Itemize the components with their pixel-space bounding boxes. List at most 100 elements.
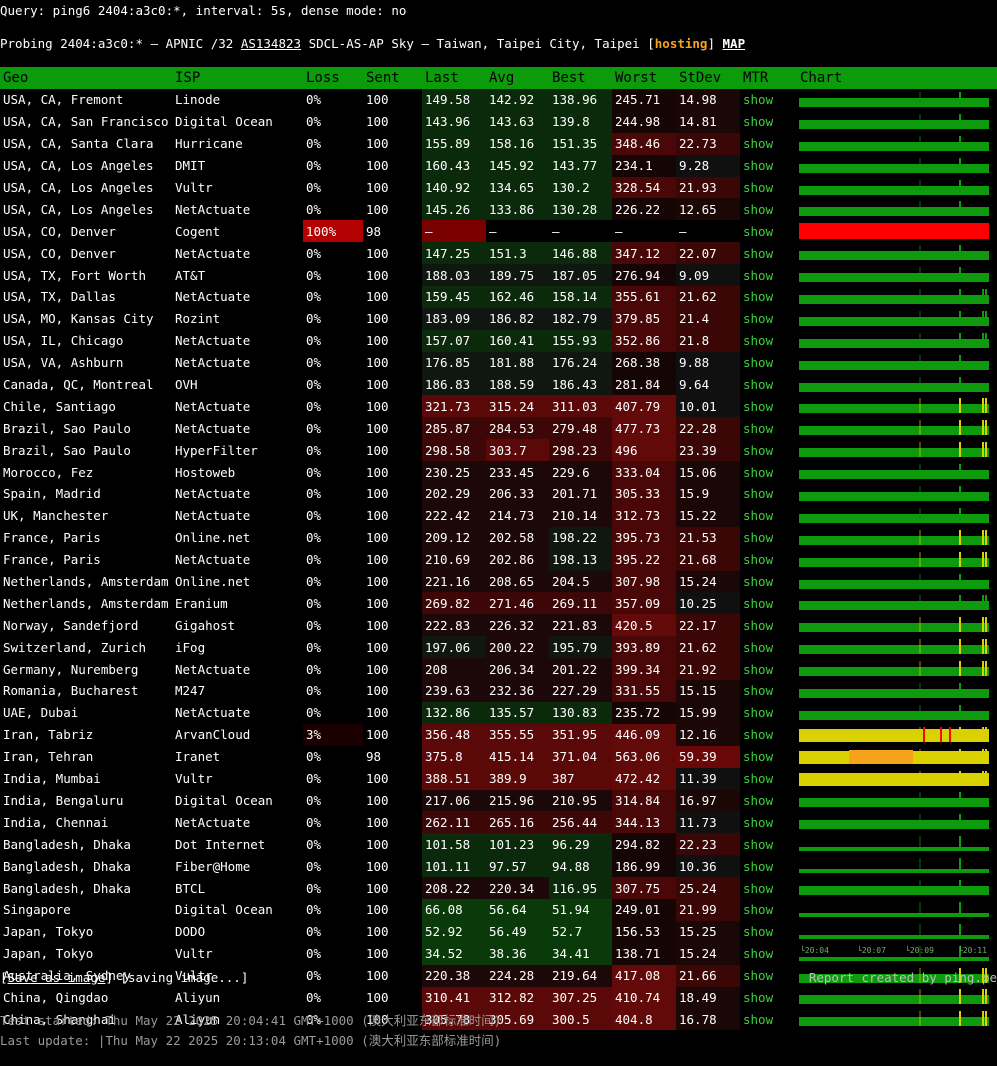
mtr-show-link[interactable]: show [740, 746, 797, 768]
cell-stdev: 21.92 [676, 658, 740, 681]
mtr-show-link[interactable]: show [740, 395, 797, 417]
mtr-show-link[interactable]: show [740, 330, 797, 352]
cell-avg: 188.59 [486, 373, 549, 396]
mtr-show-link[interactable]: show [740, 264, 797, 286]
chart-spike [959, 91, 961, 107]
asn-link[interactable]: AS134823 [241, 36, 301, 51]
latency-chart [797, 1008, 997, 1030]
cell-last: 34.52 [422, 942, 486, 965]
mtr-show-link[interactable]: show [740, 899, 797, 921]
save-open: [ [0, 970, 8, 985]
col-best: Best [549, 67, 612, 89]
cell-best: 195.79 [549, 636, 612, 659]
cell-last: 310.41 [422, 986, 486, 1009]
cell-best: 201.22 [549, 658, 612, 681]
mtr-show-link[interactable]: show [740, 461, 797, 483]
chart-spike [919, 420, 921, 436]
cell-stdev: 14.98 [676, 89, 740, 111]
cell-stdev: 16.97 [676, 789, 740, 812]
mtr-show-link[interactable]: show [740, 374, 797, 396]
chart-spike [959, 332, 961, 348]
cell-loss: 0% [306, 661, 322, 677]
cell-last: 145.26 [422, 198, 486, 221]
mtr-show-link[interactable]: show [740, 965, 797, 987]
cell-avg: 265.16 [486, 811, 549, 834]
cell-isp: Eranium [175, 595, 228, 611]
mtr-show-link[interactable]: show [740, 549, 797, 571]
mtr-show-link[interactable]: show [740, 833, 797, 855]
cell-last: 176.85 [422, 351, 486, 374]
latency-chart [797, 746, 997, 768]
mtr-show-link[interactable]: show [740, 439, 797, 461]
cell-geo: Bangladesh, Dhaka [3, 836, 131, 852]
mtr-show-link[interactable]: show [740, 133, 797, 155]
table-row: Switzerland, Zurich iFog 0% 100 197.06 200.22… [0, 636, 997, 659]
mtr-show-link[interactable]: show [740, 811, 797, 833]
mtr-show-link[interactable]: show [740, 177, 797, 199]
cell-best: 139.8 [549, 110, 612, 133]
mtr-show-link[interactable]: show [740, 155, 797, 177]
map-link[interactable]: MAP [723, 36, 746, 51]
chart-spike [985, 332, 987, 348]
table-row: USA, CO, Denver Cogent 100% 98– – – – – show [0, 220, 997, 243]
table-row: Chile, Santiago NetActuate 0% 100 321.73 315.… [0, 395, 997, 418]
mtr-show-link[interactable]: show [740, 987, 797, 1009]
mtr-show-link[interactable]: show [740, 592, 797, 614]
mtr-show-link[interactable]: show [740, 571, 797, 593]
mtr-show-link[interactable]: show [740, 308, 797, 330]
mtr-show-link[interactable]: show [740, 768, 797, 790]
cell-isp: Cogent [175, 223, 221, 239]
mtr-show-link[interactable]: show [740, 877, 797, 899]
cell-best: 94.88 [549, 855, 612, 878]
mtr-show-link[interactable]: show [740, 790, 797, 812]
chart-spike [919, 639, 921, 655]
mtr-show-link[interactable]: show [740, 286, 797, 308]
chart-spike [919, 1011, 921, 1027]
cell-geo: USA, CA, Santa Clara [3, 136, 154, 152]
mtr-show-link[interactable]: show [740, 614, 797, 636]
chart-spike [959, 639, 961, 655]
mtr-show-link[interactable]: show [740, 89, 797, 111]
mtr-show-link[interactable]: show [740, 921, 797, 943]
cell-worst: 294.82 [612, 833, 676, 856]
mtr-show-link[interactable]: show [740, 636, 797, 658]
cell-loss: 0% [306, 880, 322, 896]
chart-spike [919, 332, 921, 348]
mtr-show-link[interactable]: show [740, 855, 797, 877]
cell-last: 222.42 [422, 504, 486, 527]
mtr-show-link[interactable]: show [740, 505, 797, 527]
mtr-show-link[interactable]: show [740, 527, 797, 549]
chart-loss-spike [940, 726, 942, 742]
mtr-show-link[interactable]: show [740, 417, 797, 439]
cell-worst: 395.73 [612, 526, 676, 549]
table-row: Iran, Tehran Iranet 0% 98 375.8 415.14 371.04 5… [0, 745, 997, 768]
mtr-show-link[interactable]: show [740, 483, 797, 505]
chart-spike [982, 661, 984, 677]
mtr-show-link[interactable]: show [740, 242, 797, 264]
cell-worst: 395.22 [612, 548, 676, 571]
cell-best: 300.5 [549, 1008, 612, 1031]
mtr-show-link[interactable]: show [740, 352, 797, 374]
mtr-show-link[interactable]: show [740, 724, 797, 746]
cell-stdev: 21.99 [676, 898, 740, 921]
latency-chart [797, 242, 997, 264]
cell-sent: 100 [366, 420, 389, 436]
mtr-show-link[interactable]: show [740, 198, 797, 220]
mtr-show-link[interactable]: show [740, 658, 797, 680]
chart-bar [799, 792, 989, 808]
cell-last: 217.06 [422, 789, 486, 812]
mtr-show-link[interactable]: show [740, 220, 797, 242]
mtr-show-link[interactable]: show [740, 680, 797, 702]
mtr-show-link[interactable]: show [740, 1008, 797, 1030]
chart-spike [959, 573, 961, 589]
mtr-show-link[interactable]: show [740, 943, 797, 965]
chart-bar [799, 836, 989, 852]
cell-last: 269.82 [422, 592, 486, 615]
mtr-show-link[interactable]: show [740, 111, 797, 133]
cell-avg: 134.65 [486, 176, 549, 199]
cell-best: 269.11 [549, 592, 612, 615]
save-as-image-link[interactable]: Save as image [8, 970, 106, 985]
mtr-show-link[interactable]: show [740, 702, 797, 724]
cell-worst: 410.74 [612, 986, 676, 1009]
chart-spike [985, 288, 987, 304]
